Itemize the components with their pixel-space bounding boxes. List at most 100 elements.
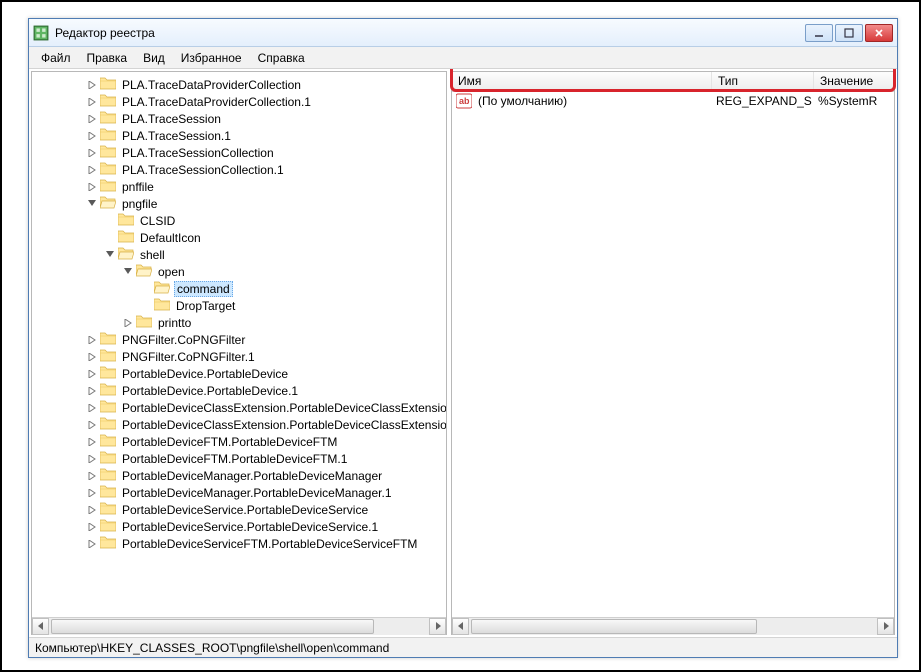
tree-item[interactable]: PLA.TraceDataProviderCollection [32, 76, 446, 93]
expand-icon[interactable] [86, 334, 98, 346]
expand-icon[interactable] [86, 470, 98, 482]
expand-icon[interactable] [86, 96, 98, 108]
tree-item[interactable]: PortableDeviceFTM.PortableDeviceFTM [32, 433, 446, 450]
tree-item[interactable]: PNGFilter.CoPNGFilter.1 [32, 348, 446, 365]
tree-item[interactable]: PortableDeviceServiceFTM.PortableDeviceS… [32, 535, 446, 552]
values-hscrollbar[interactable] [452, 617, 894, 634]
tree-item[interactable]: PNGFilter.CoPNGFilter [32, 331, 446, 348]
scroll-left-button[interactable] [452, 618, 469, 635]
expand-icon[interactable] [86, 181, 98, 193]
tree-item[interactable]: PortableDeviceService.PortableDeviceServ… [32, 518, 446, 535]
titlebar[interactable]: Редактор реестра [29, 19, 897, 47]
col-type[interactable]: Тип [712, 72, 814, 91]
expand-icon[interactable] [86, 385, 98, 397]
expand-icon[interactable] [86, 538, 98, 550]
tree-item-label: PLA.TraceDataProviderCollection [120, 78, 303, 92]
expand-icon[interactable] [86, 113, 98, 125]
expand-icon[interactable] [86, 504, 98, 516]
values-list[interactable]: (По умолчанию)REG_EXPAND_SZ%SystemR [452, 92, 894, 617]
tree-item-label: PLA.TraceSession [120, 112, 223, 126]
minimize-button[interactable] [805, 24, 833, 42]
folder-icon [100, 365, 120, 382]
tree-item-label: PortableDeviceService.PortableDeviceServ… [120, 503, 370, 517]
values-header[interactable]: Имя Тип Значение [452, 72, 894, 92]
tree-item[interactable]: PortableDevice.PortableDevice [32, 365, 446, 382]
folder-icon [100, 144, 120, 161]
tree-item[interactable]: PortableDeviceManager.PortableDeviceMana… [32, 484, 446, 501]
col-name[interactable]: Имя [452, 72, 712, 91]
string-value-icon [456, 93, 472, 109]
expand-icon[interactable] [86, 130, 98, 142]
tree-item[interactable]: CLSID [32, 212, 446, 229]
tree-item[interactable]: PortableDeviceClassExtension.PortableDev… [32, 416, 446, 433]
expand-icon[interactable] [86, 79, 98, 91]
menu-file[interactable]: Файл [33, 49, 79, 67]
expand-icon[interactable] [86, 164, 98, 176]
tree-hscrollbar[interactable] [32, 617, 446, 634]
collapse-icon[interactable] [122, 266, 134, 278]
tree-item[interactable]: PLA.TraceSessionCollection [32, 144, 446, 161]
menu-edit[interactable]: Правка [79, 49, 136, 67]
tree-item[interactable]: PortableDeviceService.PortableDeviceServ… [32, 501, 446, 518]
expand-icon[interactable] [86, 419, 98, 431]
tree-item[interactable]: PLA.TraceSession [32, 110, 446, 127]
no-expander [104, 215, 116, 227]
tree-item[interactable]: pnffile [32, 178, 446, 195]
expand-icon[interactable] [86, 436, 98, 448]
close-button[interactable] [865, 24, 893, 42]
menu-help[interactable]: Справка [250, 49, 313, 67]
menu-favorites[interactable]: Избранное [173, 49, 250, 67]
value-row[interactable]: (По умолчанию)REG_EXPAND_SZ%SystemR [452, 92, 894, 110]
window-title: Редактор реестра [55, 26, 805, 40]
folder-icon [154, 297, 174, 314]
tree-item[interactable]: PLA.TraceDataProviderCollection.1 [32, 93, 446, 110]
scroll-right-button[interactable] [877, 618, 894, 635]
tree-item-label: PLA.TraceSessionCollection [120, 146, 276, 160]
scroll-left-button[interactable] [32, 618, 49, 635]
expand-icon[interactable] [86, 521, 98, 533]
folder-icon [100, 110, 120, 127]
folder-icon [100, 450, 120, 467]
col-value[interactable]: Значение [814, 72, 894, 91]
no-expander [140, 283, 152, 295]
folder-icon [100, 127, 120, 144]
tree-item-label: pngfile [120, 197, 159, 211]
tree-item[interactable]: pngfile [32, 195, 446, 212]
collapse-icon[interactable] [104, 249, 116, 261]
tree-item[interactable]: PLA.TraceSession.1 [32, 127, 446, 144]
expand-icon[interactable] [86, 368, 98, 380]
expand-icon[interactable] [86, 147, 98, 159]
expand-icon[interactable] [122, 317, 134, 329]
expand-icon[interactable] [86, 402, 98, 414]
tree-item[interactable]: PortableDeviceClassExtension.PortableDev… [32, 399, 446, 416]
tree-item-label: PLA.TraceDataProviderCollection.1 [120, 95, 313, 109]
status-path: Компьютер\HKEY_CLASSES_ROOT\pngfile\shel… [35, 641, 389, 655]
folder-icon [100, 382, 120, 399]
maximize-button[interactable] [835, 24, 863, 42]
tree-item[interactable]: shell [32, 246, 446, 263]
folder-icon [100, 195, 120, 212]
tree-item[interactable]: PortableDeviceFTM.PortableDeviceFTM.1 [32, 450, 446, 467]
collapse-icon[interactable] [86, 198, 98, 210]
tree-item[interactable]: DefaultIcon [32, 229, 446, 246]
tree-item[interactable]: PortableDeviceManager.PortableDeviceMana… [32, 467, 446, 484]
registry-editor-window: Редактор реестра Файл Правка Вид Избранн… [28, 18, 898, 658]
tree-item[interactable]: PortableDevice.PortableDevice.1 [32, 382, 446, 399]
tree-item[interactable]: command [32, 280, 446, 297]
tree-item[interactable]: open [32, 263, 446, 280]
folder-icon [100, 178, 120, 195]
tree-item-label: PortableDeviceFTM.PortableDeviceFTM.1 [120, 452, 349, 466]
tree-item[interactable]: DropTarget [32, 297, 446, 314]
expand-icon[interactable] [86, 453, 98, 465]
folder-icon [100, 484, 120, 501]
scroll-right-button[interactable] [429, 618, 446, 635]
tree-item[interactable]: printto [32, 314, 446, 331]
expand-icon[interactable] [86, 487, 98, 499]
expand-icon[interactable] [86, 351, 98, 363]
registry-tree[interactable]: PLA.TraceDataProviderCollection PLA.Trace… [32, 72, 446, 617]
tree-item-label: PortableDeviceManager.PortableDeviceMana… [120, 469, 384, 483]
menu-view[interactable]: Вид [135, 49, 173, 67]
tree-item-label: PortableDeviceClassExtension.PortableDev… [120, 418, 446, 432]
no-expander [104, 232, 116, 244]
tree-item[interactable]: PLA.TraceSessionCollection.1 [32, 161, 446, 178]
